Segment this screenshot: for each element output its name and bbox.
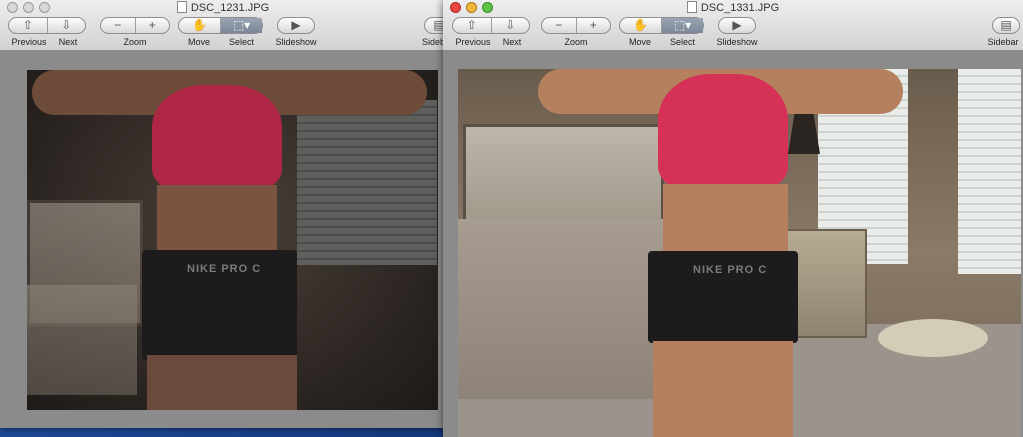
slideshow-button[interactable]: ▶ xyxy=(277,17,315,34)
plus-icon: + xyxy=(148,18,156,32)
preview-window-dsc-1231[interactable]: DSC_1231.JPG ⇧ ⇩ Previous Next − + Zoom … xyxy=(0,0,446,428)
select-button[interactable]: ⬚▾ xyxy=(661,18,703,33)
photo-window-blinds-right xyxy=(958,69,1021,274)
next-label: Next xyxy=(502,37,522,47)
window-toolbar: DSC_1231.JPG ⇧ ⇩ Previous Next − + Zoom … xyxy=(0,0,446,51)
next-button[interactable]: ⇩ xyxy=(46,18,86,33)
move-label: Move xyxy=(628,37,651,47)
select-label: Select xyxy=(228,37,254,47)
sidebar-label: Sidebar xyxy=(987,37,1019,47)
previous-label: Previous xyxy=(11,37,47,47)
zoom-in-button[interactable]: + xyxy=(134,18,170,33)
photo-shorts-brand: NIKE PRO C xyxy=(693,264,768,276)
tool-mode-control: ✋ ⬚▾ xyxy=(178,17,263,34)
select-label: Select xyxy=(669,37,695,47)
photo-bed xyxy=(458,219,663,399)
zoom-out-button[interactable]: − xyxy=(101,18,135,33)
hand-icon: ✋ xyxy=(633,18,648,32)
title-bar[interactable]: DSC_1231.JPG xyxy=(0,0,446,16)
previous-label: Previous xyxy=(455,37,491,47)
photo-floor-pillow xyxy=(878,319,988,357)
preview-window-dsc-1331[interactable]: DSC_1331.JPG ⇧ ⇩ Previous Next − + Zoom … xyxy=(443,0,1023,437)
move-label: Move xyxy=(187,37,210,47)
window-toolbar: DSC_1331.JPG ⇧ ⇩ Previous Next − + Zoom … xyxy=(443,0,1023,51)
marquee-icon: ⬚▾ xyxy=(232,18,251,32)
arrow-up-icon: ⇧ xyxy=(22,18,33,32)
document-icon xyxy=(176,1,187,13)
photo-after[interactable]: NIKE PRO C xyxy=(458,69,1021,437)
photo-bed xyxy=(27,285,137,395)
marquee-icon: ⬚▾ xyxy=(673,18,692,32)
zoom-out-button[interactable]: − xyxy=(542,18,576,33)
photo-window-blinds xyxy=(297,100,437,265)
next-label: Next xyxy=(58,37,78,47)
minus-icon: − xyxy=(114,18,122,32)
zoom-control: − + xyxy=(100,17,170,34)
prev-next-control: ⇧ ⇩ xyxy=(452,17,530,34)
sidebar-button[interactable]: ▤ xyxy=(992,17,1020,34)
arrow-up-icon: ⇧ xyxy=(466,18,477,32)
arrow-down-icon: ⇩ xyxy=(505,18,516,32)
title-bar[interactable]: DSC_1331.JPG xyxy=(443,0,1023,16)
sidebar-icon: ▤ xyxy=(1000,18,1012,32)
slideshow-label: Slideshow xyxy=(716,37,758,47)
photo-shorts-brand: NIKE PRO C xyxy=(187,263,262,275)
window-title: DSC_1331.JPG xyxy=(443,1,1023,14)
zoom-in-button[interactable]: + xyxy=(575,18,611,33)
photo-lamp xyxy=(788,114,820,154)
zoom-label: Zoom xyxy=(123,37,147,47)
arrow-down-icon: ⇩ xyxy=(61,18,72,32)
zoom-label: Zoom xyxy=(564,37,588,47)
zoom-control: − + xyxy=(541,17,611,34)
photo-torso xyxy=(663,184,788,259)
previous-button[interactable]: ⇧ xyxy=(9,18,47,33)
play-icon: ▶ xyxy=(291,18,301,32)
next-button[interactable]: ⇩ xyxy=(490,18,530,33)
prev-next-control: ⇧ ⇩ xyxy=(8,17,86,34)
document-icon xyxy=(686,1,697,13)
window-title: DSC_1231.JPG xyxy=(0,1,446,14)
move-button[interactable]: ✋ xyxy=(179,18,220,33)
photo-legs xyxy=(653,341,793,437)
move-button[interactable]: ✋ xyxy=(620,18,661,33)
previous-button[interactable]: ⇧ xyxy=(453,18,491,33)
plus-icon: + xyxy=(589,18,597,32)
photo-legs xyxy=(147,355,297,410)
select-button[interactable]: ⬚▾ xyxy=(220,18,262,33)
photo-sports-bra xyxy=(152,85,282,190)
photo-torso xyxy=(157,185,277,260)
play-icon: ▶ xyxy=(732,18,742,32)
slideshow-button[interactable]: ▶ xyxy=(718,17,756,34)
photo-before[interactable]: NIKE PRO C xyxy=(27,70,438,410)
slideshow-label: Slideshow xyxy=(275,37,317,47)
hand-icon: ✋ xyxy=(192,18,207,32)
photo-sports-bra xyxy=(658,74,788,189)
minus-icon: − xyxy=(555,18,563,32)
tool-mode-control: ✋ ⬚▾ xyxy=(619,17,704,34)
